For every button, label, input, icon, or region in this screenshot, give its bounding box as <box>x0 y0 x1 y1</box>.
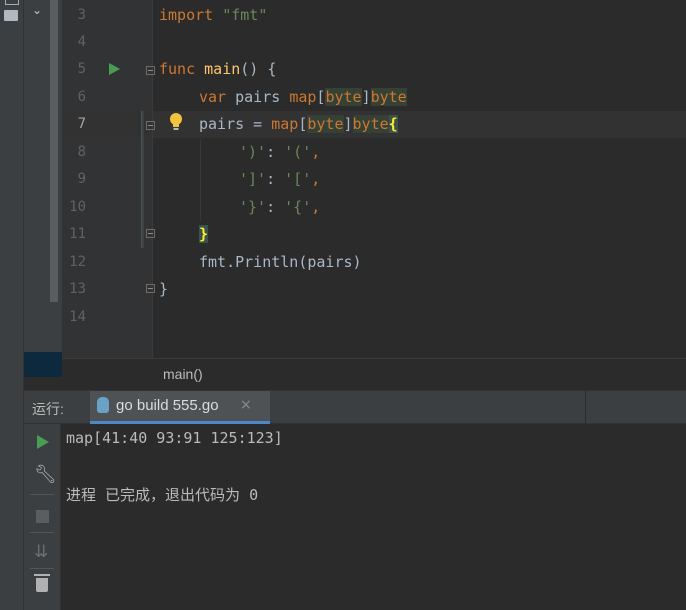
line-number: 11 <box>69 226 86 242</box>
line-number: 12 <box>69 254 86 270</box>
identifier: pairs <box>226 88 290 106</box>
keyword: func <box>159 60 196 78</box>
function-name: main <box>204 60 241 78</box>
fold-icon[interactable] <box>146 66 155 75</box>
code-line-11: } <box>199 221 209 248</box>
code-line-10: '}': '{', <box>239 194 320 221</box>
string-literal: '(' <box>284 143 312 161</box>
code-line-3: import "fmt" <box>159 2 267 29</box>
line-number: 9 <box>77 171 86 187</box>
identifier: pairs = <box>199 115 272 133</box>
matched-brace: { <box>388 115 398 133</box>
header-divider <box>585 391 586 425</box>
tab-label: go build 555.go <box>116 397 219 414</box>
lightbulb-icon[interactable] <box>169 112 183 132</box>
string-literal: '{' <box>284 198 312 216</box>
keyword: import <box>159 6 214 24</box>
code-text: , <box>311 170 321 188</box>
code-line-6: var pairs map[byte]byte <box>199 84 407 111</box>
chevron-down-icon[interactable]: ⌄ <box>32 3 42 17</box>
code-text: () { <box>240 60 277 78</box>
code-text: : <box>266 198 285 216</box>
go-gopher-icon <box>97 397 109 413</box>
line-number: 5 <box>77 61 86 77</box>
run-panel-title: 运行: <box>32 401 64 417</box>
folder-icon[interactable] <box>4 10 18 21</box>
scroll-to-end-icon[interactable]: ⇊ <box>34 542 48 562</box>
line-number: 10 <box>69 199 86 215</box>
code-line-12: fmt.Println(pairs) <box>199 253 362 271</box>
wrench-icon[interactable]: 🔧︎ <box>34 464 57 485</box>
indent-guide <box>200 139 201 221</box>
stop-icon[interactable] <box>36 510 49 523</box>
close-icon[interactable]: × <box>240 397 252 413</box>
code-text: : <box>266 143 285 161</box>
code-line-9: ']': '[', <box>239 166 320 193</box>
breadcrumb: main() <box>62 358 686 391</box>
fold-icon[interactable] <box>146 284 155 293</box>
string-literal: '}' <box>239 198 267 216</box>
project-tool-strip <box>0 0 24 610</box>
line-number: 7 <box>77 116 86 132</box>
run-config-tab[interactable]: go build 555.go × <box>90 391 270 424</box>
console-line: map[41:40 93:91 125:123] <box>66 429 283 447</box>
line-number: 6 <box>77 89 86 105</box>
code-text: ] <box>343 115 353 133</box>
run-gutter-icon[interactable] <box>109 63 120 75</box>
code-line-5: func main() { <box>159 56 276 83</box>
code-line-13: } <box>159 280 169 298</box>
change-marker <box>141 111 144 248</box>
line-number: 8 <box>77 144 86 160</box>
breadcrumb-item[interactable]: main() <box>163 366 203 382</box>
string-literal: "fmt" <box>222 6 268 24</box>
string-literal: ']' <box>239 170 267 188</box>
code-editor[interactable] <box>153 0 686 358</box>
line-number: 3 <box>77 7 86 23</box>
code-text: ] <box>361 88 371 106</box>
tree-scrollbar[interactable] <box>50 0 58 302</box>
matched-brace: } <box>199 225 209 243</box>
gutter-divider <box>152 0 153 358</box>
keyword: var <box>199 88 227 106</box>
type-name: byte <box>370 88 407 106</box>
toolbar-divider <box>30 568 54 569</box>
code-line-8: ')': '(', <box>239 139 320 166</box>
string-literal: '[' <box>284 170 312 188</box>
code-line-7: pairs = map[byte]byte{ <box>199 111 398 138</box>
fold-icon[interactable] <box>146 121 155 130</box>
code-text: : <box>266 170 285 188</box>
type-name: byte <box>352 115 389 133</box>
code-text: , <box>311 198 321 216</box>
trash-icon[interactable] <box>34 574 50 592</box>
line-number: 14 <box>69 309 86 325</box>
run-tool-header: 运行: go build 555.go × <box>24 390 686 425</box>
toolbar-divider <box>30 494 54 495</box>
type-name: byte <box>307 115 344 133</box>
line-number: 13 <box>69 281 86 297</box>
string-literal: ')' <box>239 143 267 161</box>
tree-selected-row[interactable] <box>24 352 62 377</box>
console-output[interactable]: map[41:40 93:91 125:123] 进程 已完成，退出代码为 0 <box>61 424 686 610</box>
fold-icon[interactable] <box>146 229 155 238</box>
toolbar-divider <box>30 532 54 533</box>
line-number: 4 <box>77 34 86 50</box>
keyword: map <box>289 88 317 106</box>
pin-icon[interactable] <box>5 0 19 5</box>
rerun-icon[interactable] <box>37 435 49 449</box>
console-line: 进程 已完成，退出代码为 0 <box>66 486 259 504</box>
code-text: , <box>311 143 321 161</box>
keyword: map <box>271 115 299 133</box>
run-toolbar: 🔧︎ ⇊ <box>24 424 61 610</box>
type-name: byte <box>325 88 362 106</box>
